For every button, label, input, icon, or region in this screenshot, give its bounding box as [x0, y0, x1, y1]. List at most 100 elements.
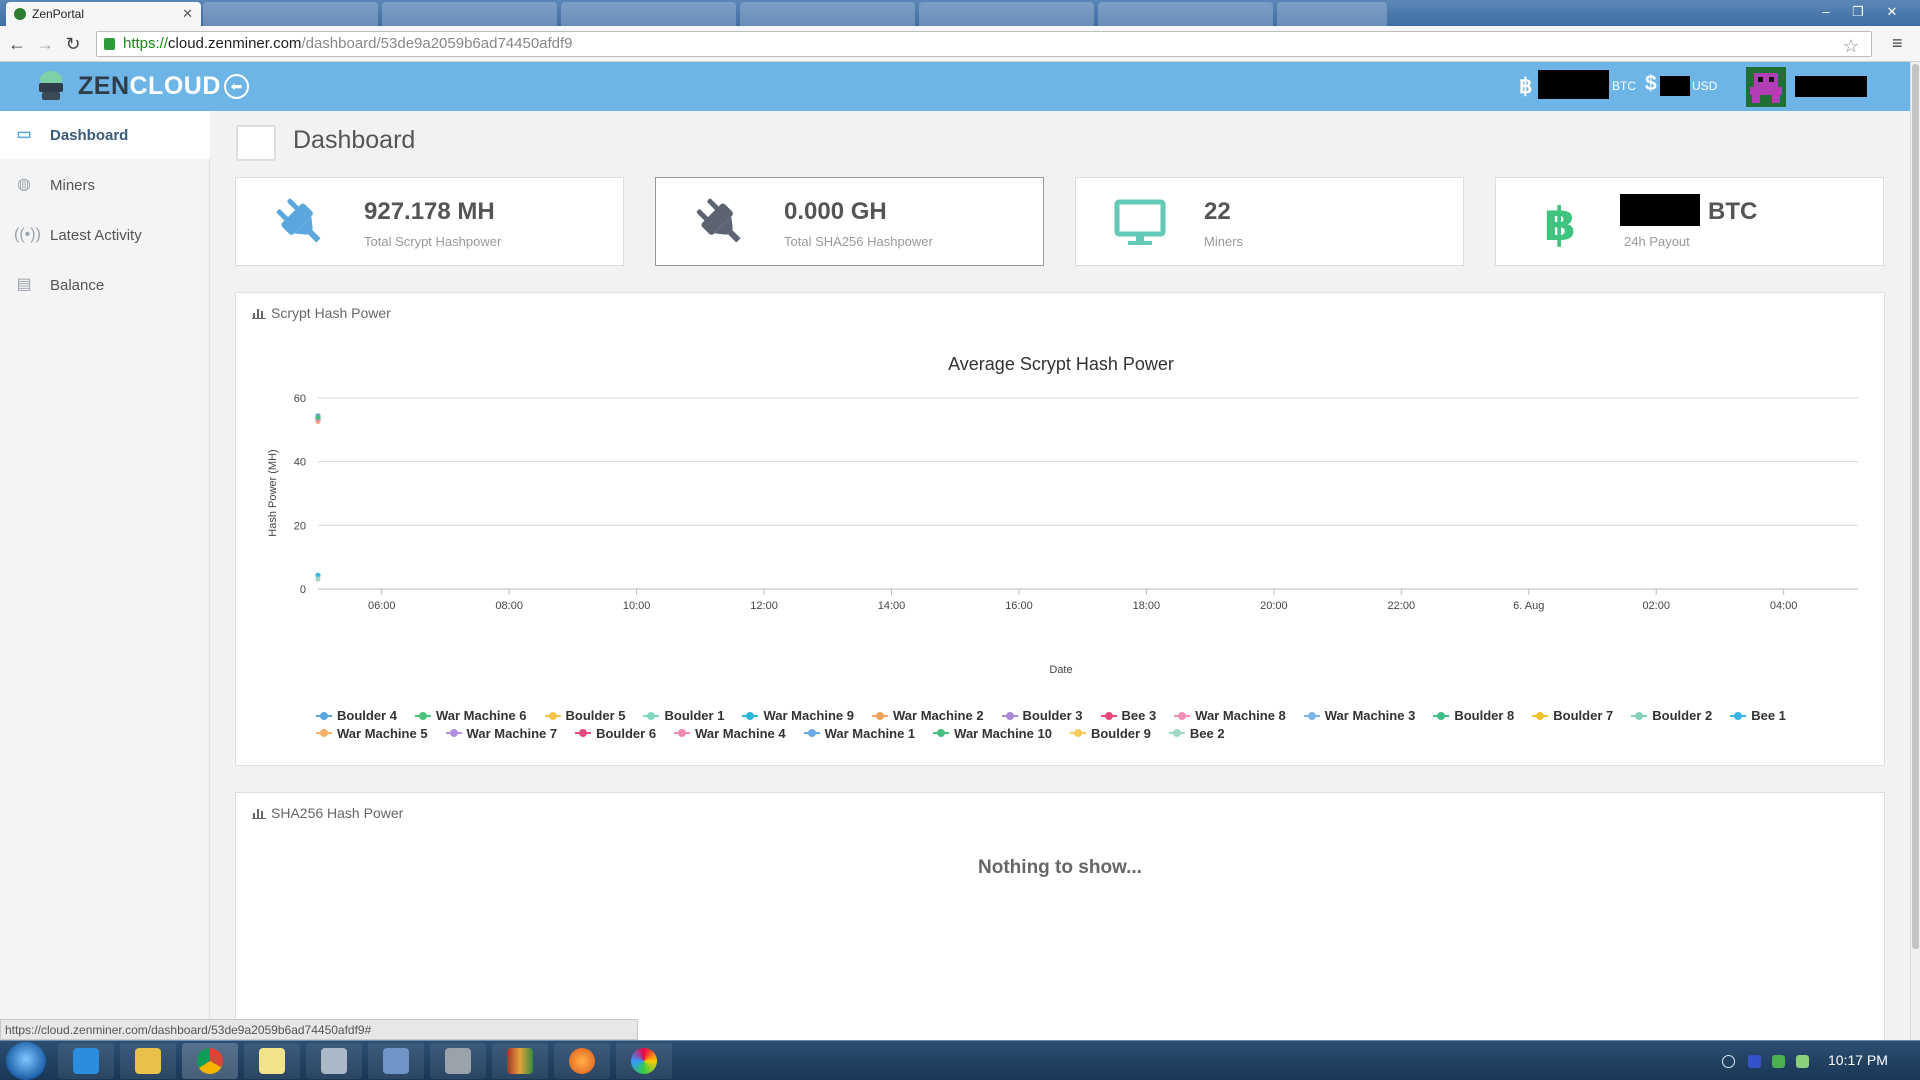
- legend-item[interactable]: Boulder 3: [1001, 707, 1083, 724]
- legend-item[interactable]: War Machine 2: [872, 707, 984, 724]
- tray-volume-icon[interactable]: [1796, 1055, 1809, 1068]
- legend-marker-icon: [575, 728, 592, 738]
- forward-arrow-icon[interactable]: →: [34, 33, 56, 55]
- legend-marker-icon: [1532, 711, 1549, 721]
- tray-arrow-icon[interactable]: [1722, 1055, 1735, 1068]
- scrollbar-thumb[interactable]: [1912, 64, 1919, 949]
- legend-item[interactable]: War Machine 6: [414, 707, 527, 724]
- x-tick-label: 14:00: [878, 600, 906, 612]
- legend-item[interactable]: Boulder 5: [544, 707, 626, 724]
- legend-marker-icon: [1100, 711, 1117, 721]
- empty-state-message: Nothing to show...: [978, 857, 1142, 878]
- legend-label: War Machine 1: [824, 725, 916, 741]
- zencloud-logo-icon[interactable]: [34, 69, 68, 103]
- browser-tab-bg[interactable]: [561, 2, 736, 26]
- taskbar-explorer[interactable]: [120, 1043, 176, 1079]
- legend-item[interactable]: Bee 2: [1168, 725, 1225, 742]
- folder-icon: [135, 1048, 161, 1074]
- taskbar-ie[interactable]: [58, 1043, 114, 1079]
- page-scrollbar[interactable]: [1910, 62, 1920, 1040]
- legend-label: Boulder 2: [1652, 708, 1713, 723]
- browser-tab-bg[interactable]: [382, 2, 557, 26]
- legend-item[interactable]: Boulder 7: [1532, 707, 1613, 724]
- sidebar-item-dashboard[interactable]: ▭ Dashboard: [0, 111, 210, 159]
- reload-icon[interactable]: ↻: [62, 33, 84, 55]
- legend-item[interactable]: Boulder 1: [643, 707, 724, 724]
- back-circle-icon[interactable]: ⬅: [224, 74, 249, 99]
- legend-item[interactable]: War Machine 4: [674, 725, 786, 742]
- legend-item[interactable]: War Machine 9: [742, 707, 854, 724]
- legend-marker-icon: [544, 711, 561, 721]
- legend-label: War Machine 5: [337, 725, 428, 741]
- sidebar: ▭ Dashboard ◍ Miners ((•)) Latest Activi…: [0, 111, 210, 1040]
- zencloud-logo-text[interactable]: ZENCLOUD: [78, 72, 221, 101]
- browser-menu-icon[interactable]: ≡: [1892, 33, 1903, 54]
- stat-card-miners[interactable]: 22 Miners: [1075, 177, 1464, 266]
- browser-tab-bg[interactable]: [740, 2, 915, 26]
- window-close-icon[interactable]: ✕: [1874, 2, 1910, 22]
- legend-marker-icon: [872, 711, 888, 721]
- browser-tab-bg[interactable]: [203, 2, 378, 26]
- x-tick-label: 6. Aug: [1513, 600, 1544, 612]
- start-button[interactable]: [6, 1042, 46, 1080]
- legend-marker-icon: [933, 728, 950, 738]
- legend-label: War Machine 2: [893, 708, 984, 723]
- browser-tab-bg[interactable]: [1277, 2, 1387, 26]
- legend-item[interactable]: War Machine 5: [316, 725, 428, 742]
- sidebar-item-balance[interactable]: ▤ Balance: [0, 261, 210, 309]
- bitcoin-icon: ฿: [1544, 197, 1576, 248]
- legend-item[interactable]: Boulder 9: [1069, 725, 1151, 742]
- legend-item[interactable]: Bee 3: [1100, 707, 1156, 724]
- taskbar-winrar[interactable]: [492, 1043, 548, 1079]
- taskbar-paint[interactable]: [368, 1043, 424, 1079]
- legend-item[interactable]: War Machine 1: [803, 725, 916, 742]
- sidebar-item-miners[interactable]: ◍ Miners: [0, 161, 210, 209]
- stat-card-scrypt[interactable]: 927.178 MH Total Scrypt Hashpower: [235, 177, 624, 266]
- taskbar-paint-palette[interactable]: [616, 1043, 672, 1079]
- stat-card-payout[interactable]: ฿ BTC 24h Payout: [1495, 177, 1884, 266]
- legend-item[interactable]: Bee 1: [1730, 707, 1786, 724]
- legend-item[interactable]: War Machine 8: [1174, 707, 1286, 724]
- tab-close-icon[interactable]: ✕: [182, 6, 193, 22]
- legend-item[interactable]: War Machine 3: [1303, 707, 1416, 724]
- tray-flag-icon[interactable]: [1748, 1055, 1761, 1068]
- card-icon: ▤: [16, 276, 32, 293]
- taskbar-chrome[interactable]: [182, 1043, 238, 1079]
- address-bar[interactable]: https://cloud.zenminer.com/dashboard/53d…: [96, 31, 1872, 57]
- legend-label: War Machine 3: [1324, 708, 1416, 723]
- x-tick-label: 04:00: [1770, 600, 1798, 612]
- legend-item[interactable]: Boulder 6: [575, 725, 656, 742]
- username-redacted[interactable]: [1795, 76, 1867, 97]
- legend-label: War Machine 4: [695, 725, 786, 741]
- archive-icon: [507, 1048, 533, 1074]
- user-avatar[interactable]: [1746, 67, 1786, 107]
- sidebar-item-label: Latest Activity: [50, 226, 142, 244]
- taskbar-firefox[interactable]: [554, 1043, 610, 1079]
- taskbar-calculator[interactable]: [306, 1043, 362, 1079]
- bookmark-star-icon[interactable]: ☆: [1843, 34, 1859, 58]
- stat-card-sha256[interactable]: 0.000 GH Total SHA256 Hashpower: [655, 177, 1044, 266]
- taskbar-clock[interactable]: 10:17 PM: [1828, 1052, 1888, 1068]
- back-arrow-icon[interactable]: ←: [6, 33, 28, 55]
- ie-icon: [73, 1048, 99, 1074]
- legend-label: Boulder 5: [565, 708, 626, 723]
- browser-tab-active[interactable]: ZenPortal ✕: [6, 2, 201, 26]
- tray-network-icon[interactable]: [1772, 1055, 1785, 1068]
- browser-tab-bg[interactable]: [1098, 2, 1273, 26]
- x-tick-label: 12:00: [750, 600, 778, 612]
- legend-item[interactable]: War Machine 7: [445, 725, 557, 742]
- scrypt-panel: Scrypt Hash Power Average Scrypt Hash Po…: [235, 292, 1885, 766]
- taskbar-document[interactable]: [430, 1043, 486, 1079]
- legend-item[interactable]: Boulder 4: [316, 707, 397, 724]
- sticky-note-icon: [259, 1048, 285, 1074]
- legend-item[interactable]: Boulder 2: [1631, 707, 1712, 724]
- browser-tab-bg[interactable]: [919, 2, 1094, 26]
- taskbar-notes[interactable]: [244, 1043, 300, 1079]
- legend-item[interactable]: War Machine 10: [933, 725, 1052, 742]
- y-tick-label: 60: [294, 393, 306, 405]
- bitcoin-icon: ฿: [1519, 75, 1533, 98]
- minimize-icon[interactable]: –: [1808, 2, 1844, 22]
- maximize-icon[interactable]: ❐: [1840, 2, 1876, 22]
- legend-item[interactable]: Boulder 8: [1433, 707, 1514, 724]
- sidebar-item-latest-activity[interactable]: ((•)) Latest Activity: [0, 211, 210, 259]
